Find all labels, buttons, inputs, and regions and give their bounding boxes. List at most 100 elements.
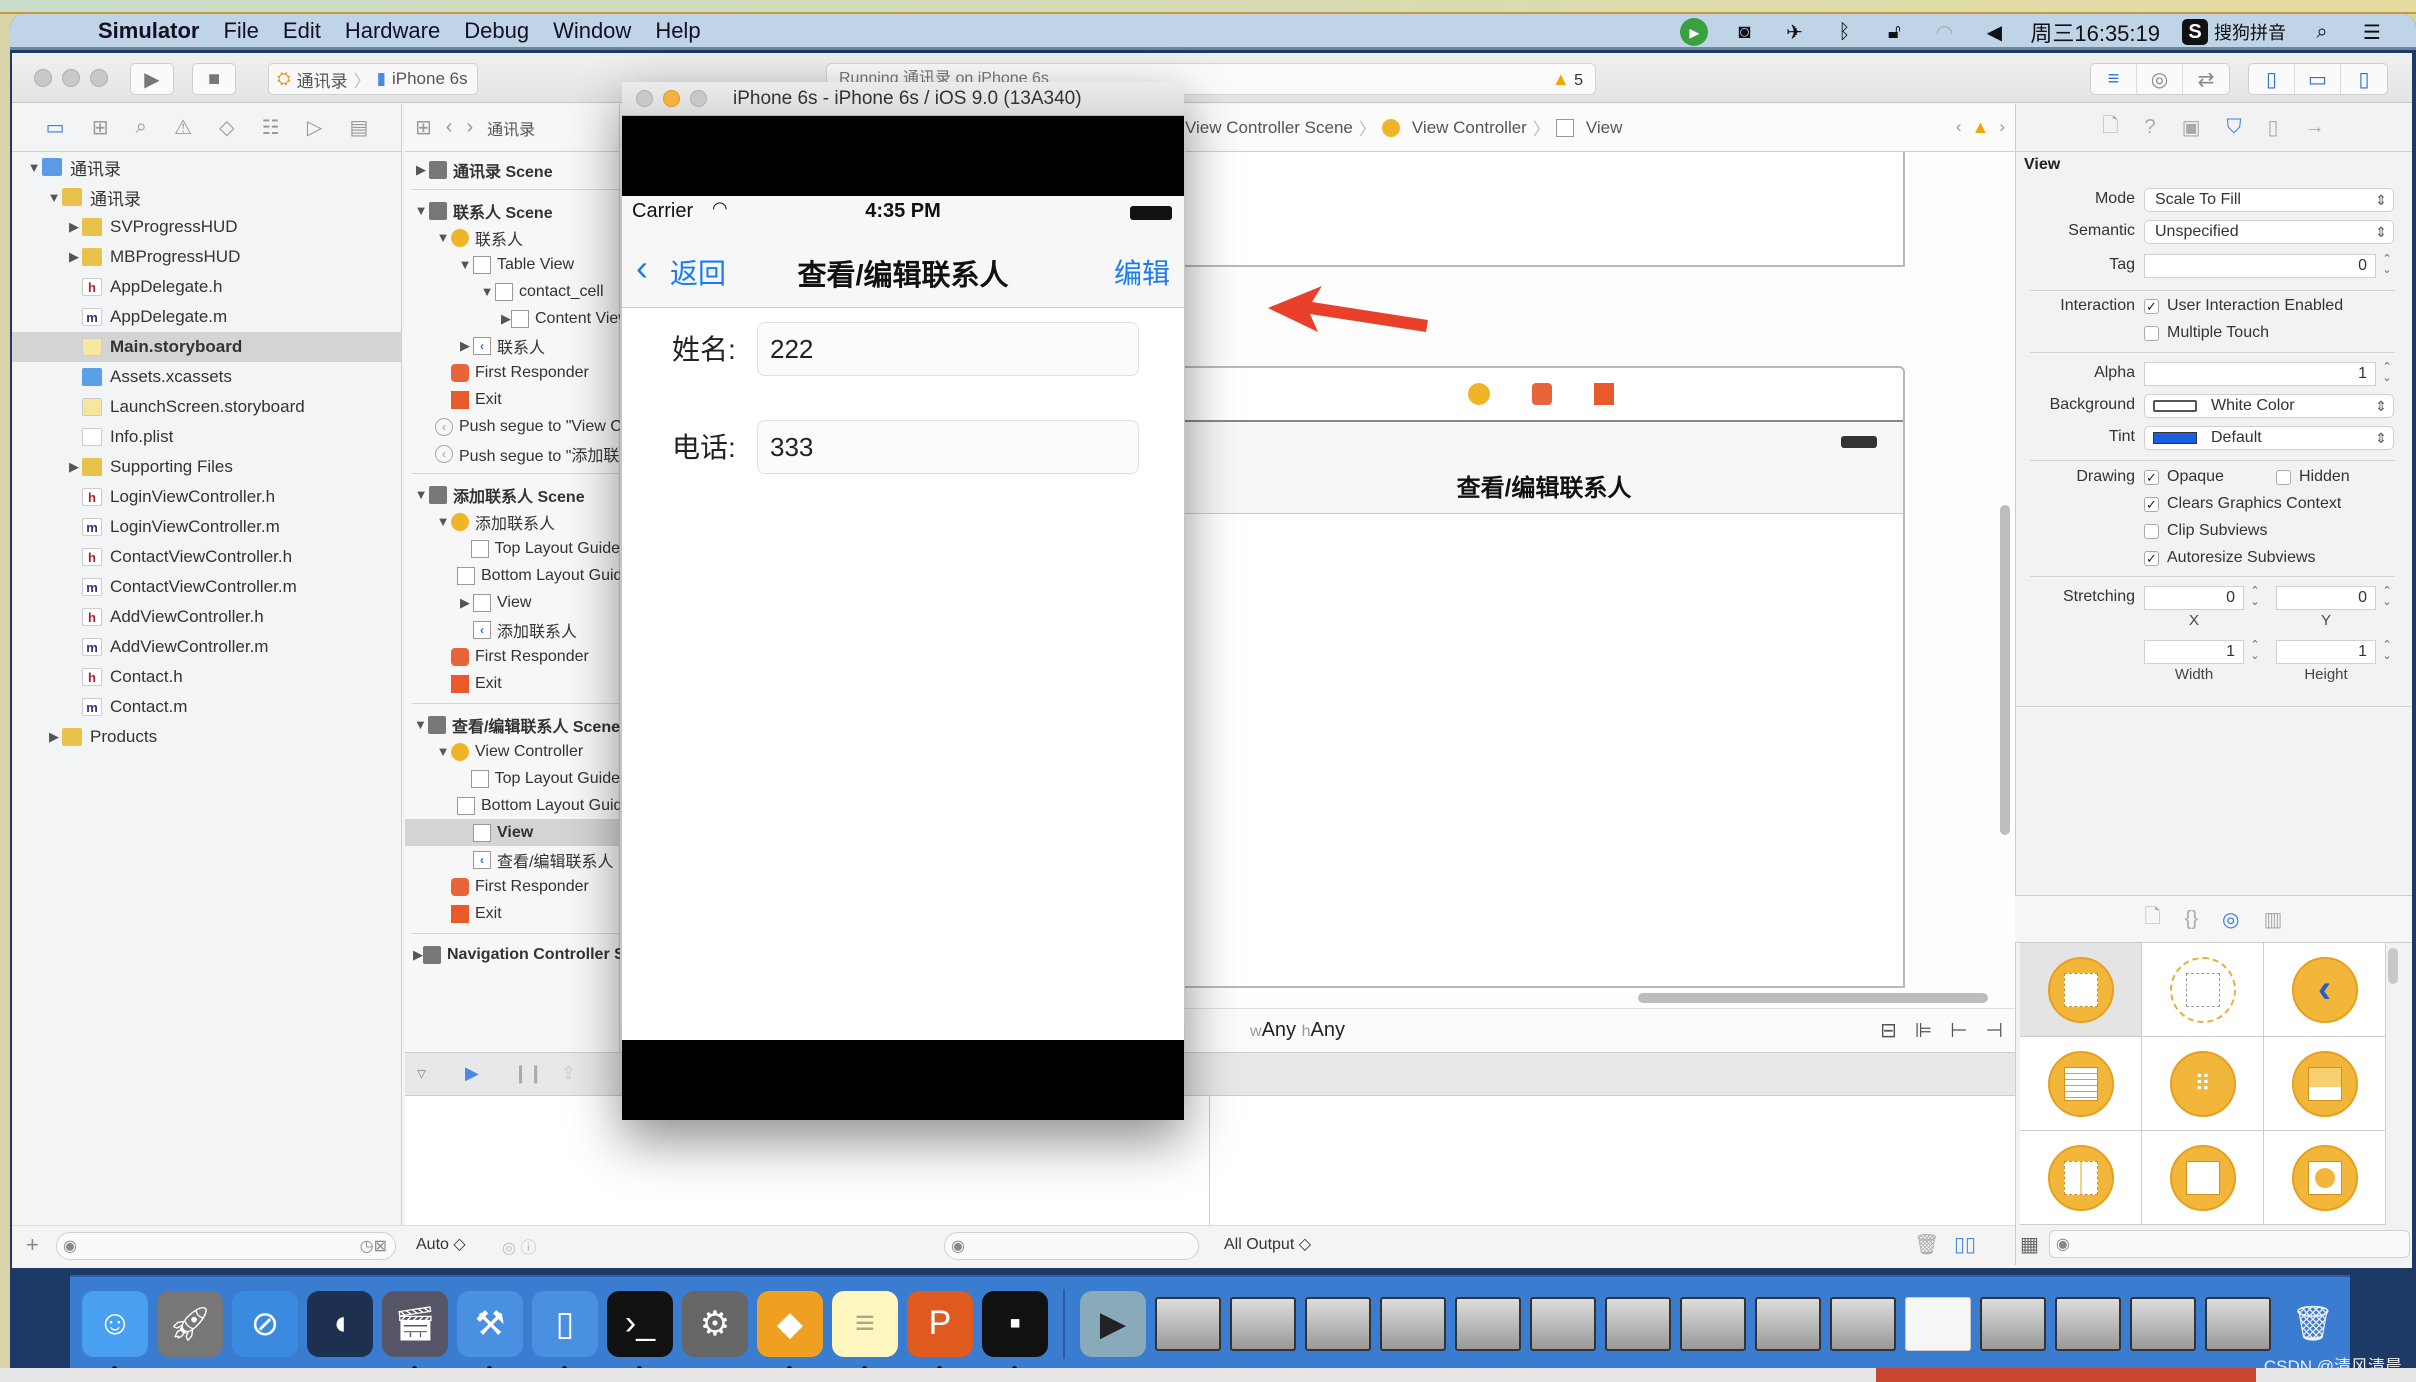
canvas-horizontal-scrollbar[interactable] [1638, 993, 1988, 1003]
disclosure-triangle-icon[interactable]: ▶ [66, 249, 82, 265]
sim-minimize-button[interactable] [663, 90, 680, 107]
next-issue-icon[interactable]: › [1999, 117, 2005, 138]
assistant-editor-button[interactable]: ◎ [2137, 64, 2183, 94]
navigator-filter-input[interactable]: ◉ ◷⊠ [56, 1232, 396, 1260]
outline-item[interactable]: Bottom Layout Guide [405, 792, 620, 819]
breakpoint-navigator-tab-icon[interactable]: ▷ [307, 115, 322, 140]
menu-help[interactable]: Help [655, 18, 700, 44]
dock-mouse-app-icon[interactable]: ◖ [307, 1290, 373, 1357]
pin-icon[interactable]: ⊢ [1950, 1018, 1967, 1043]
background-popup[interactable]: White Color ⇕ [2144, 394, 2394, 418]
window-close-button[interactable] [34, 69, 52, 87]
library-item-glkit-view-controller[interactable] [2264, 1131, 2386, 1225]
outline-item[interactable]: ‹ 查看/编辑联系人 [405, 846, 620, 873]
stretching-height-stepper[interactable]: ⌃ ⌄ [2380, 640, 2394, 664]
outline-item[interactable]: Exit [405, 670, 620, 697]
scene-vc-icon[interactable] [1468, 383, 1490, 405]
outline-item[interactable]: Top Layout Guide [405, 535, 620, 562]
menu-clock[interactable]: 周三16:35:19 [2030, 16, 2160, 48]
outline-item[interactable]: ▼ Table View [405, 251, 620, 278]
dock-media-player-icon[interactable]: ▶ [1080, 1290, 1146, 1357]
outline-item[interactable]: ▼ 联系人 [405, 224, 620, 251]
dock-xcode-icon[interactable]: ⚒ [457, 1290, 523, 1371]
dock-minimized-window[interactable] [1905, 1296, 1971, 1351]
outline-item[interactable]: ▼ 添加联系人 [405, 508, 620, 535]
related-items-icon[interactable]: ⊞ [415, 115, 432, 140]
jumpbar-crumb-vc[interactable]: View Controller [1381, 118, 1527, 138]
outline-item[interactable]: First Responder [405, 643, 620, 670]
breakpoints-toggle-icon[interactable]: ▶ [465, 1063, 479, 1084]
dock-simulator-icon[interactable]: ▯ [532, 1290, 598, 1371]
scheme-selector[interactable]: ⛭ 通讯录 〉 ▮ iPhone 6s [268, 63, 478, 95]
library-item-page-view-controller[interactable] [2142, 1131, 2264, 1225]
window-zoom-button[interactable] [90, 69, 108, 87]
notification-center-icon[interactable]: ☰ [2358, 18, 2386, 46]
navigator-item[interactable]: m AppDelegate.m [12, 302, 402, 332]
dock-minimized-window[interactable] [1755, 1296, 1821, 1351]
navigator-item[interactable]: ▶ MBProgressHUD [12, 242, 402, 272]
media-library-icon[interactable]: ▥ [2264, 907, 2283, 932]
disclosure-triangle-icon[interactable]: ▶ [46, 729, 62, 745]
outline-item[interactable]: ▶ View [405, 589, 620, 616]
jumpbar-crumb-scene[interactable]: View Controller Scene [1185, 118, 1353, 138]
recent-files-icon[interactable]: ◷⊠ [360, 1236, 387, 1256]
symbol-navigator-tab-icon[interactable]: ⊞ [92, 115, 109, 140]
outline-item[interactable]: ▼ contact_cell [405, 278, 620, 305]
navigator-item[interactable]: h Contact.h [12, 662, 402, 692]
user-interaction-checkbox[interactable]: ✓ User Interaction Enabled [2144, 297, 2343, 315]
quick-look-icon[interactable]: ◎ ⓘ [502, 1234, 536, 1258]
library-item-view-controller[interactable] [2020, 943, 2142, 1037]
dock-minimized-window[interactable] [1455, 1296, 1521, 1351]
menu-edit[interactable]: Edit [283, 18, 321, 44]
library-item-split-view-controller[interactable] [2020, 1131, 2142, 1225]
file-inspector-tab-icon[interactable]: 🗋︎ [2102, 111, 2118, 145]
screen-recorder-icon[interactable]: ▸ [1680, 18, 1709, 46]
dock-powerpoint-icon[interactable]: P [907, 1290, 973, 1371]
navigator-item[interactable]: ▶ SVProgressHUD [12, 212, 402, 242]
disclosure-triangle-icon[interactable]: ▶ [501, 311, 511, 327]
phone-field[interactable]: 333 [757, 420, 1139, 474]
project-navigator-tab-icon[interactable]: ▭ [46, 115, 65, 140]
library-item-storyboard-reference[interactable] [2142, 943, 2264, 1037]
split-console-icon[interactable]: ▯▯ [1954, 1232, 1976, 1257]
run-button[interactable]: ▶ [130, 63, 174, 95]
scene-exit-icon[interactable] [1594, 383, 1614, 405]
size-class-selector[interactable]: wAny hAny [1250, 1019, 1345, 1042]
variables-scope-selector[interactable]: Auto ◇ [416, 1234, 466, 1254]
menu-file[interactable]: File [223, 18, 258, 44]
stretching-width-field[interactable]: 1 [2144, 640, 2244, 664]
dock-sketch-icon[interactable]: ◆ [757, 1290, 823, 1371]
outline-item[interactable]: ▶ ‹ 联系人 [405, 332, 620, 359]
outline-item[interactable]: Bottom Layout Guide [405, 562, 620, 589]
disclosure-triangle-icon[interactable]: ▼ [46, 190, 62, 205]
disclosure-triangle-icon[interactable]: ▼ [26, 160, 42, 175]
navigator-item[interactable]: m Contact.m [12, 692, 402, 722]
outline-item[interactable]: ‹ Push segue to "View Controller" [405, 413, 620, 440]
stop-button[interactable]: ■ [192, 63, 236, 95]
report-navigator-tab-icon[interactable]: ▤ [349, 115, 368, 140]
lock-icon[interactable]: 🔓︎ [1880, 18, 1908, 46]
object-library-icon[interactable]: ◎ [2222, 907, 2239, 932]
outline-item[interactable]: ‹ 添加联系人 [405, 616, 620, 643]
library-item-collection-view-controller[interactable]: ⠿ [2142, 1037, 2264, 1131]
tint-popup[interactable]: Default ⇕ [2144, 426, 2394, 450]
stretching-x-stepper[interactable]: ⌃ ⌄ [2248, 586, 2262, 610]
outline-item[interactable]: ‹ Push segue to "添加联系人" [405, 440, 620, 467]
scene-edit-contact[interactable]: 查看/编辑联系人 [1185, 366, 1905, 988]
dock-minimized-window[interactable] [2055, 1296, 2121, 1351]
standard-editor-button[interactable]: ≡ [2091, 64, 2137, 94]
tag-stepper[interactable]: ⌃ ⌄ [2380, 254, 2394, 278]
library-item-navigation-controller[interactable]: ‹ [2264, 943, 2386, 1037]
dock-minimized-window[interactable] [1680, 1296, 1746, 1351]
previous-issue-icon[interactable]: ‹ [1956, 117, 1962, 138]
menu-window[interactable]: Window [553, 18, 631, 44]
disclosure-triangle-icon[interactable]: ▼ [457, 257, 473, 272]
outline-item[interactable]: ▶ Navigation Controller Scene [405, 941, 620, 968]
dock-minimized-window[interactable] [1230, 1296, 1296, 1351]
issue-warning-icon[interactable]: ▲ [1972, 117, 1990, 138]
disclosure-triangle-icon[interactable]: ▶ [66, 459, 82, 475]
window-minimize-button[interactable] [62, 69, 80, 87]
scene-above[interactable] [1185, 152, 1905, 267]
disclosure-triangle-icon[interactable]: ▶ [413, 162, 429, 178]
dock-minimized-window[interactable] [1380, 1296, 1446, 1351]
